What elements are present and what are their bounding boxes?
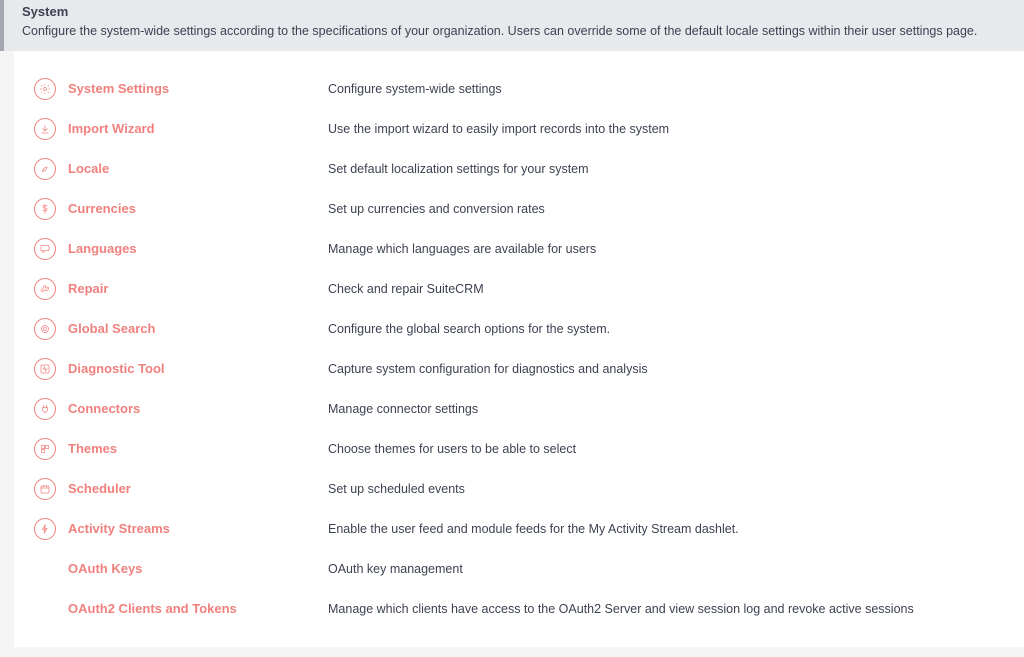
item-currencies[interactable]: Currencies Set up currencies and convers…: [32, 189, 1006, 229]
item-scheduler[interactable]: Scheduler Set up scheduled events: [32, 469, 1006, 509]
wrench-icon: [32, 276, 58, 302]
item-diagnostic-tool[interactable]: Diagnostic Tool Capture system configura…: [32, 349, 1006, 389]
section-title: System: [22, 4, 1006, 19]
target-icon: [32, 316, 58, 342]
item-label[interactable]: OAuth Keys: [68, 561, 328, 576]
item-description: Manage connector settings: [328, 402, 1006, 416]
item-repair[interactable]: Repair Check and repair SuiteCRM: [32, 269, 1006, 309]
item-label[interactable]: Languages: [68, 241, 328, 256]
item-description: Set up scheduled events: [328, 482, 1006, 496]
item-label[interactable]: Scheduler: [68, 481, 328, 496]
item-locale[interactable]: Locale Set default localization settings…: [32, 149, 1006, 189]
section-header: System Configure the system-wide setting…: [0, 0, 1024, 51]
pulse-icon: [32, 356, 58, 382]
item-description: Choose themes for users to be able to se…: [328, 442, 1006, 456]
item-description: Capture system configuration for diagnos…: [328, 362, 1006, 376]
bolt-icon: [32, 516, 58, 542]
item-description: Enable the user feed and module feeds fo…: [328, 522, 1006, 536]
item-label[interactable]: Currencies: [68, 201, 328, 216]
item-oauth-keys[interactable]: OAuth Keys OAuth key management: [32, 549, 1006, 589]
item-system-settings[interactable]: System Settings Configure system-wide se…: [32, 69, 1006, 109]
items-list: System Settings Configure system-wide se…: [14, 51, 1024, 647]
gear-icon: [32, 76, 58, 102]
item-activity-streams[interactable]: Activity Streams Enable the user feed an…: [32, 509, 1006, 549]
item-label[interactable]: Diagnostic Tool: [68, 361, 328, 376]
download-icon: [32, 116, 58, 142]
item-oauth2-clients-tokens[interactable]: OAuth2 Clients and Tokens Manage which c…: [32, 589, 1006, 629]
item-description: Use the import wizard to easily import r…: [328, 122, 1006, 136]
item-label[interactable]: Connectors: [68, 401, 328, 416]
item-description: Set default localization settings for yo…: [328, 162, 1006, 176]
compass-icon: [32, 156, 58, 182]
item-global-search[interactable]: Global Search Configure the global searc…: [32, 309, 1006, 349]
item-label[interactable]: Activity Streams: [68, 521, 328, 536]
item-description: OAuth key management: [328, 562, 1006, 576]
item-description: Configure the global search options for …: [328, 322, 1006, 336]
chat-icon: [32, 236, 58, 262]
item-languages[interactable]: Languages Manage which languages are ava…: [32, 229, 1006, 269]
item-description: Check and repair SuiteCRM: [328, 282, 1006, 296]
item-description: Configure system-wide settings: [328, 82, 1006, 96]
section-description: Configure the system-wide settings accor…: [22, 23, 1006, 41]
item-label[interactable]: Repair: [68, 281, 328, 296]
item-description: Manage which languages are available for…: [328, 242, 1006, 256]
item-label[interactable]: OAuth2 Clients and Tokens: [68, 601, 328, 616]
item-label[interactable]: Themes: [68, 441, 328, 456]
calendar-icon: [32, 476, 58, 502]
item-themes[interactable]: Themes Choose themes for users to be abl…: [32, 429, 1006, 469]
plug-icon: [32, 396, 58, 422]
item-import-wizard[interactable]: Import Wizard Use the import wizard to e…: [32, 109, 1006, 149]
item-description: Set up currencies and conversion rates: [328, 202, 1006, 216]
item-label[interactable]: System Settings: [68, 81, 328, 96]
dollar-icon: [32, 196, 58, 222]
item-label[interactable]: Import Wizard: [68, 121, 328, 136]
palette-icon: [32, 436, 58, 462]
item-label[interactable]: Locale: [68, 161, 328, 176]
item-connectors[interactable]: Connectors Manage connector settings: [32, 389, 1006, 429]
item-description: Manage which clients have access to the …: [328, 602, 1006, 616]
item-label[interactable]: Global Search: [68, 321, 328, 336]
